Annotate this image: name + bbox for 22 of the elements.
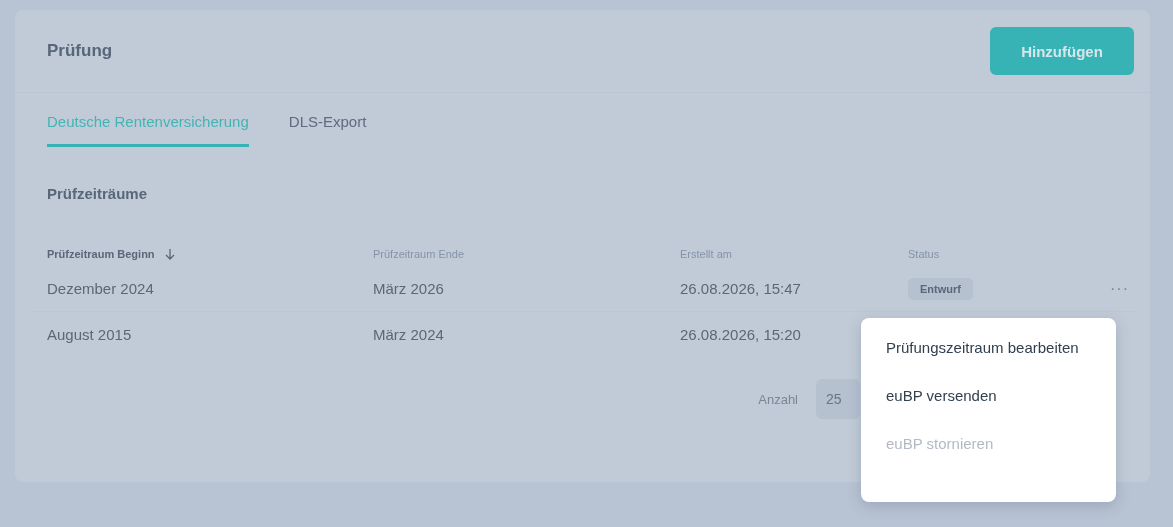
column-header: Prüfzeitraum Ende: [373, 248, 465, 260]
table-cell: Dezember 2024: [47, 280, 154, 297]
menu-item[interactable]: euBP versenden: [886, 386, 1116, 406]
column-header[interactable]: Prüfzeitraum Beginn: [47, 248, 155, 260]
status-badge: Entwurf: [908, 277, 973, 300]
table-cell: August 2015: [47, 326, 132, 343]
table-cell: März 2026: [373, 280, 444, 297]
page-size-label: Anzahl: [758, 391, 798, 407]
column-header: Status: [908, 248, 940, 260]
add-button[interactable]: Hinzufügen: [990, 27, 1134, 75]
page-size-select[interactable]: 25: [816, 379, 860, 419]
column-header: Erstellt am: [680, 248, 732, 260]
table-cell: 26.08.2026, 15:47: [680, 280, 801, 297]
page-title: Prüfung: [47, 41, 113, 61]
table-cell: März 2024: [373, 326, 444, 343]
sort-down-icon[interactable]: [164, 248, 175, 260]
section-title: Prüfzeiträume: [47, 185, 149, 202]
menu-item[interactable]: Prüfungszeitraum bearbeiten: [886, 338, 1116, 358]
table-cell: 26.08.2026, 15:20: [680, 326, 801, 343]
tab[interactable]: Deutsche Rentenversicherung: [47, 113, 249, 147]
more-button[interactable]: ···: [1110, 279, 1129, 298]
tab[interactable]: DLS-Export: [288, 113, 367, 147]
